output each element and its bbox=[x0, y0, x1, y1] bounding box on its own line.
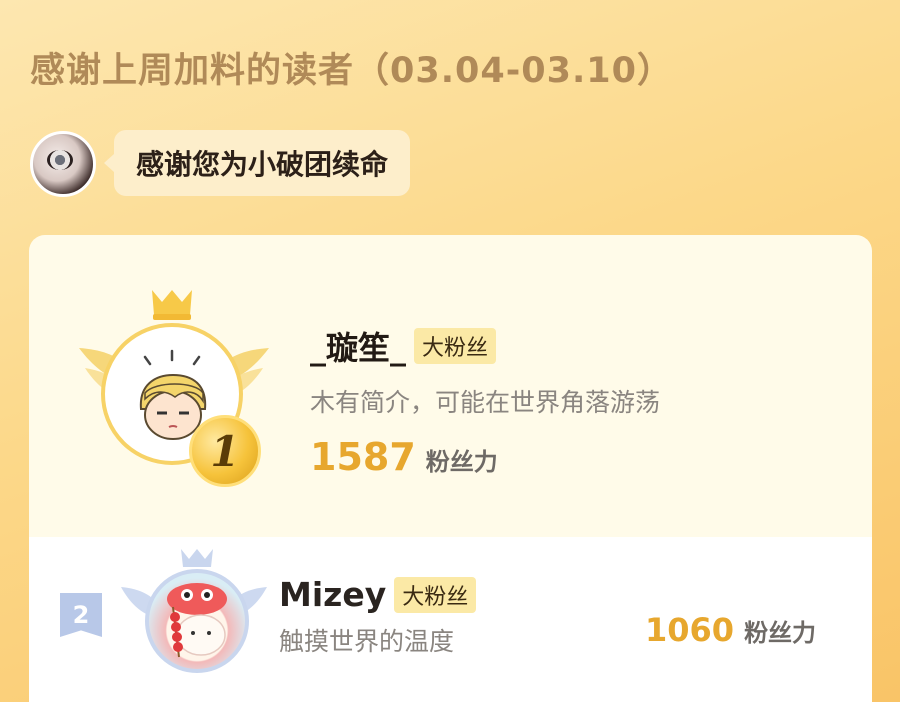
fan-level-badge: 大粉丝 bbox=[414, 328, 497, 364]
fan-power-value: 1587 bbox=[310, 435, 416, 479]
rank-2-avatar[interactable] bbox=[145, 569, 249, 673]
fan-power-unit: 粉丝力 bbox=[425, 448, 498, 476]
fan-level-badge: 大粉丝 bbox=[394, 576, 477, 613]
rank-2-info: Mizey 大粉丝 触摸世界的温度 bbox=[279, 575, 477, 658]
rank-1-intro: 木有简介，可能在世界角落游荡 bbox=[310, 388, 661, 417]
fan-power-unit: 粉丝力 bbox=[744, 619, 817, 647]
rank-1-info: _璇笙_ 大粉丝 木有简介，可能在世界角落游荡 1587 粉丝力 bbox=[310, 323, 660, 479]
rank-1-fan-power: 1587 粉丝力 bbox=[310, 435, 660, 479]
page-title: 感谢上周加料的读者（03.04-03.10） bbox=[30, 51, 673, 91]
rank-2-intro: 触摸世界的温度 bbox=[279, 627, 455, 656]
thanks-message-bubble: 感谢您为小破团续命 bbox=[103, 130, 411, 196]
ranking-row-2[interactable]: 2 Mizey 大粉丝 触摸世界的温度 1060 粉丝力 bbox=[29, 537, 872, 702]
lion-dance-character-icon bbox=[167, 583, 227, 658]
fan-power-value: 1060 bbox=[645, 611, 735, 649]
rank-1-number: 1 bbox=[189, 415, 261, 487]
avatar-eye-art bbox=[47, 150, 73, 170]
rank-2-number: 2 bbox=[60, 593, 102, 637]
rank-1-name[interactable]: _璇笙_ bbox=[310, 323, 406, 369]
author-avatar[interactable] bbox=[30, 131, 96, 197]
ranking-row-1[interactable]: 1 _璇笙_ 大粉丝 木有简介，可能在世界角落游荡 1587 粉丝力 bbox=[29, 235, 872, 537]
rank-2-name[interactable]: Mizey bbox=[279, 575, 386, 614]
rank-2-fan-power: 1060 粉丝力 bbox=[645, 611, 816, 649]
fan-ranking-card: 1 _璇笙_ 大粉丝 木有简介，可能在世界角落游荡 1587 粉丝力 2 Miz… bbox=[29, 235, 872, 702]
